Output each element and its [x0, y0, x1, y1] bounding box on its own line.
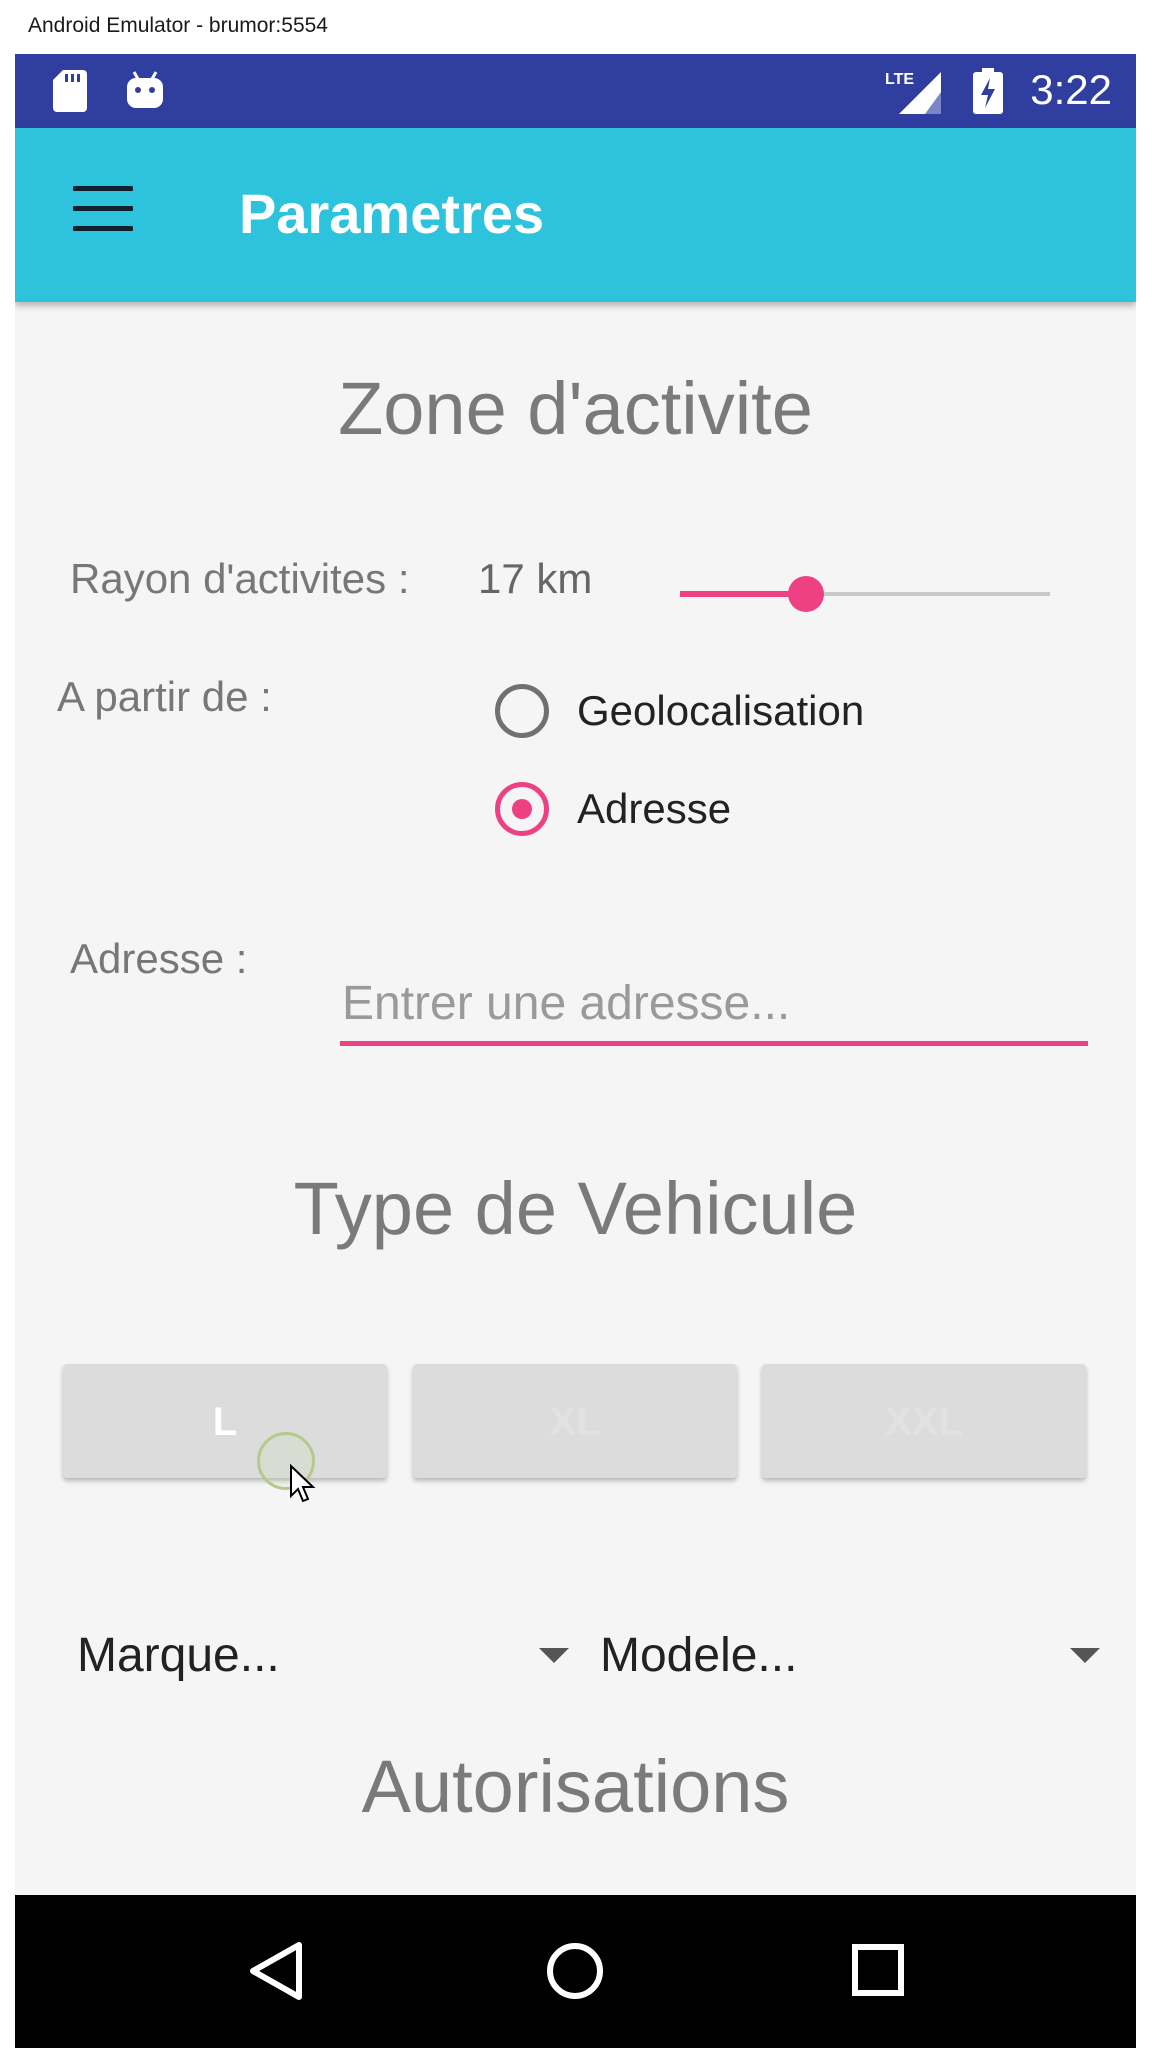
marque-spinner[interactable]: Marque...: [77, 1614, 569, 1698]
size-l-button[interactable]: L: [63, 1364, 387, 1478]
adresse-input[interactable]: [340, 966, 1088, 1046]
rayon-label: Rayon d'activites :: [70, 555, 410, 602]
rayon-slider[interactable]: [680, 574, 1050, 614]
apartir-label: A partir de :: [57, 673, 272, 720]
status-bar: LTE 3:22: [15, 54, 1136, 128]
svg-text:LTE: LTE: [885, 71, 914, 88]
hamburger-menu-icon[interactable]: [73, 186, 133, 232]
dropdown-arrow-icon: [1070, 1648, 1100, 1663]
size-xl-button[interactable]: XL: [413, 1364, 737, 1478]
slider-thumb[interactable]: [787, 576, 824, 612]
sd-card-icon: [53, 70, 87, 112]
android-icon: [127, 71, 163, 108]
adresse-label: Adresse :: [70, 935, 248, 982]
slider-fill: [680, 591, 806, 597]
recent-apps-icon[interactable]: [809, 1895, 949, 2048]
rayon-value: 17 km: [478, 555, 593, 602]
radio-geolocalisation-label: Geolocalisation: [577, 687, 865, 734]
marque-spinner-text: Marque...: [77, 1629, 280, 1682]
vehicule-section-title: Type de Vehicule: [293, 1167, 858, 1250]
modele-spinner[interactable]: Modele...: [600, 1614, 1100, 1698]
zone-section-title: Zone d'activite: [338, 367, 813, 450]
radio-unchecked-icon: [495, 684, 549, 738]
app-toolbar: Parametres: [15, 128, 1136, 302]
back-icon[interactable]: [195, 1895, 335, 2048]
status-bar-clock: 3:22: [1030, 66, 1112, 113]
emulator-window-title: Android Emulator - brumor:5554: [0, 0, 1152, 54]
autorisations-section-title: Autorisations: [361, 1745, 790, 1828]
android-nav-bar: [15, 1895, 1136, 2048]
home-icon[interactable]: [505, 1895, 645, 2048]
size-xxl-button[interactable]: XXL: [762, 1364, 1086, 1478]
radio-checked-icon: [495, 782, 549, 836]
lte-signal-icon: LTE: [885, 71, 941, 114]
battery-charging-icon: [973, 68, 1003, 114]
radio-adresse-label: Adresse: [577, 785, 732, 832]
phone-screen: LTE 3:22 Parametres Zone d'activite Rayo…: [15, 54, 1136, 2048]
mouse-pointer-icon: [290, 1464, 316, 1503]
dropdown-arrow-icon: [539, 1648, 569, 1663]
modele-spinner-text: Modele...: [600, 1629, 798, 1682]
page-title: Parametres: [239, 182, 545, 245]
